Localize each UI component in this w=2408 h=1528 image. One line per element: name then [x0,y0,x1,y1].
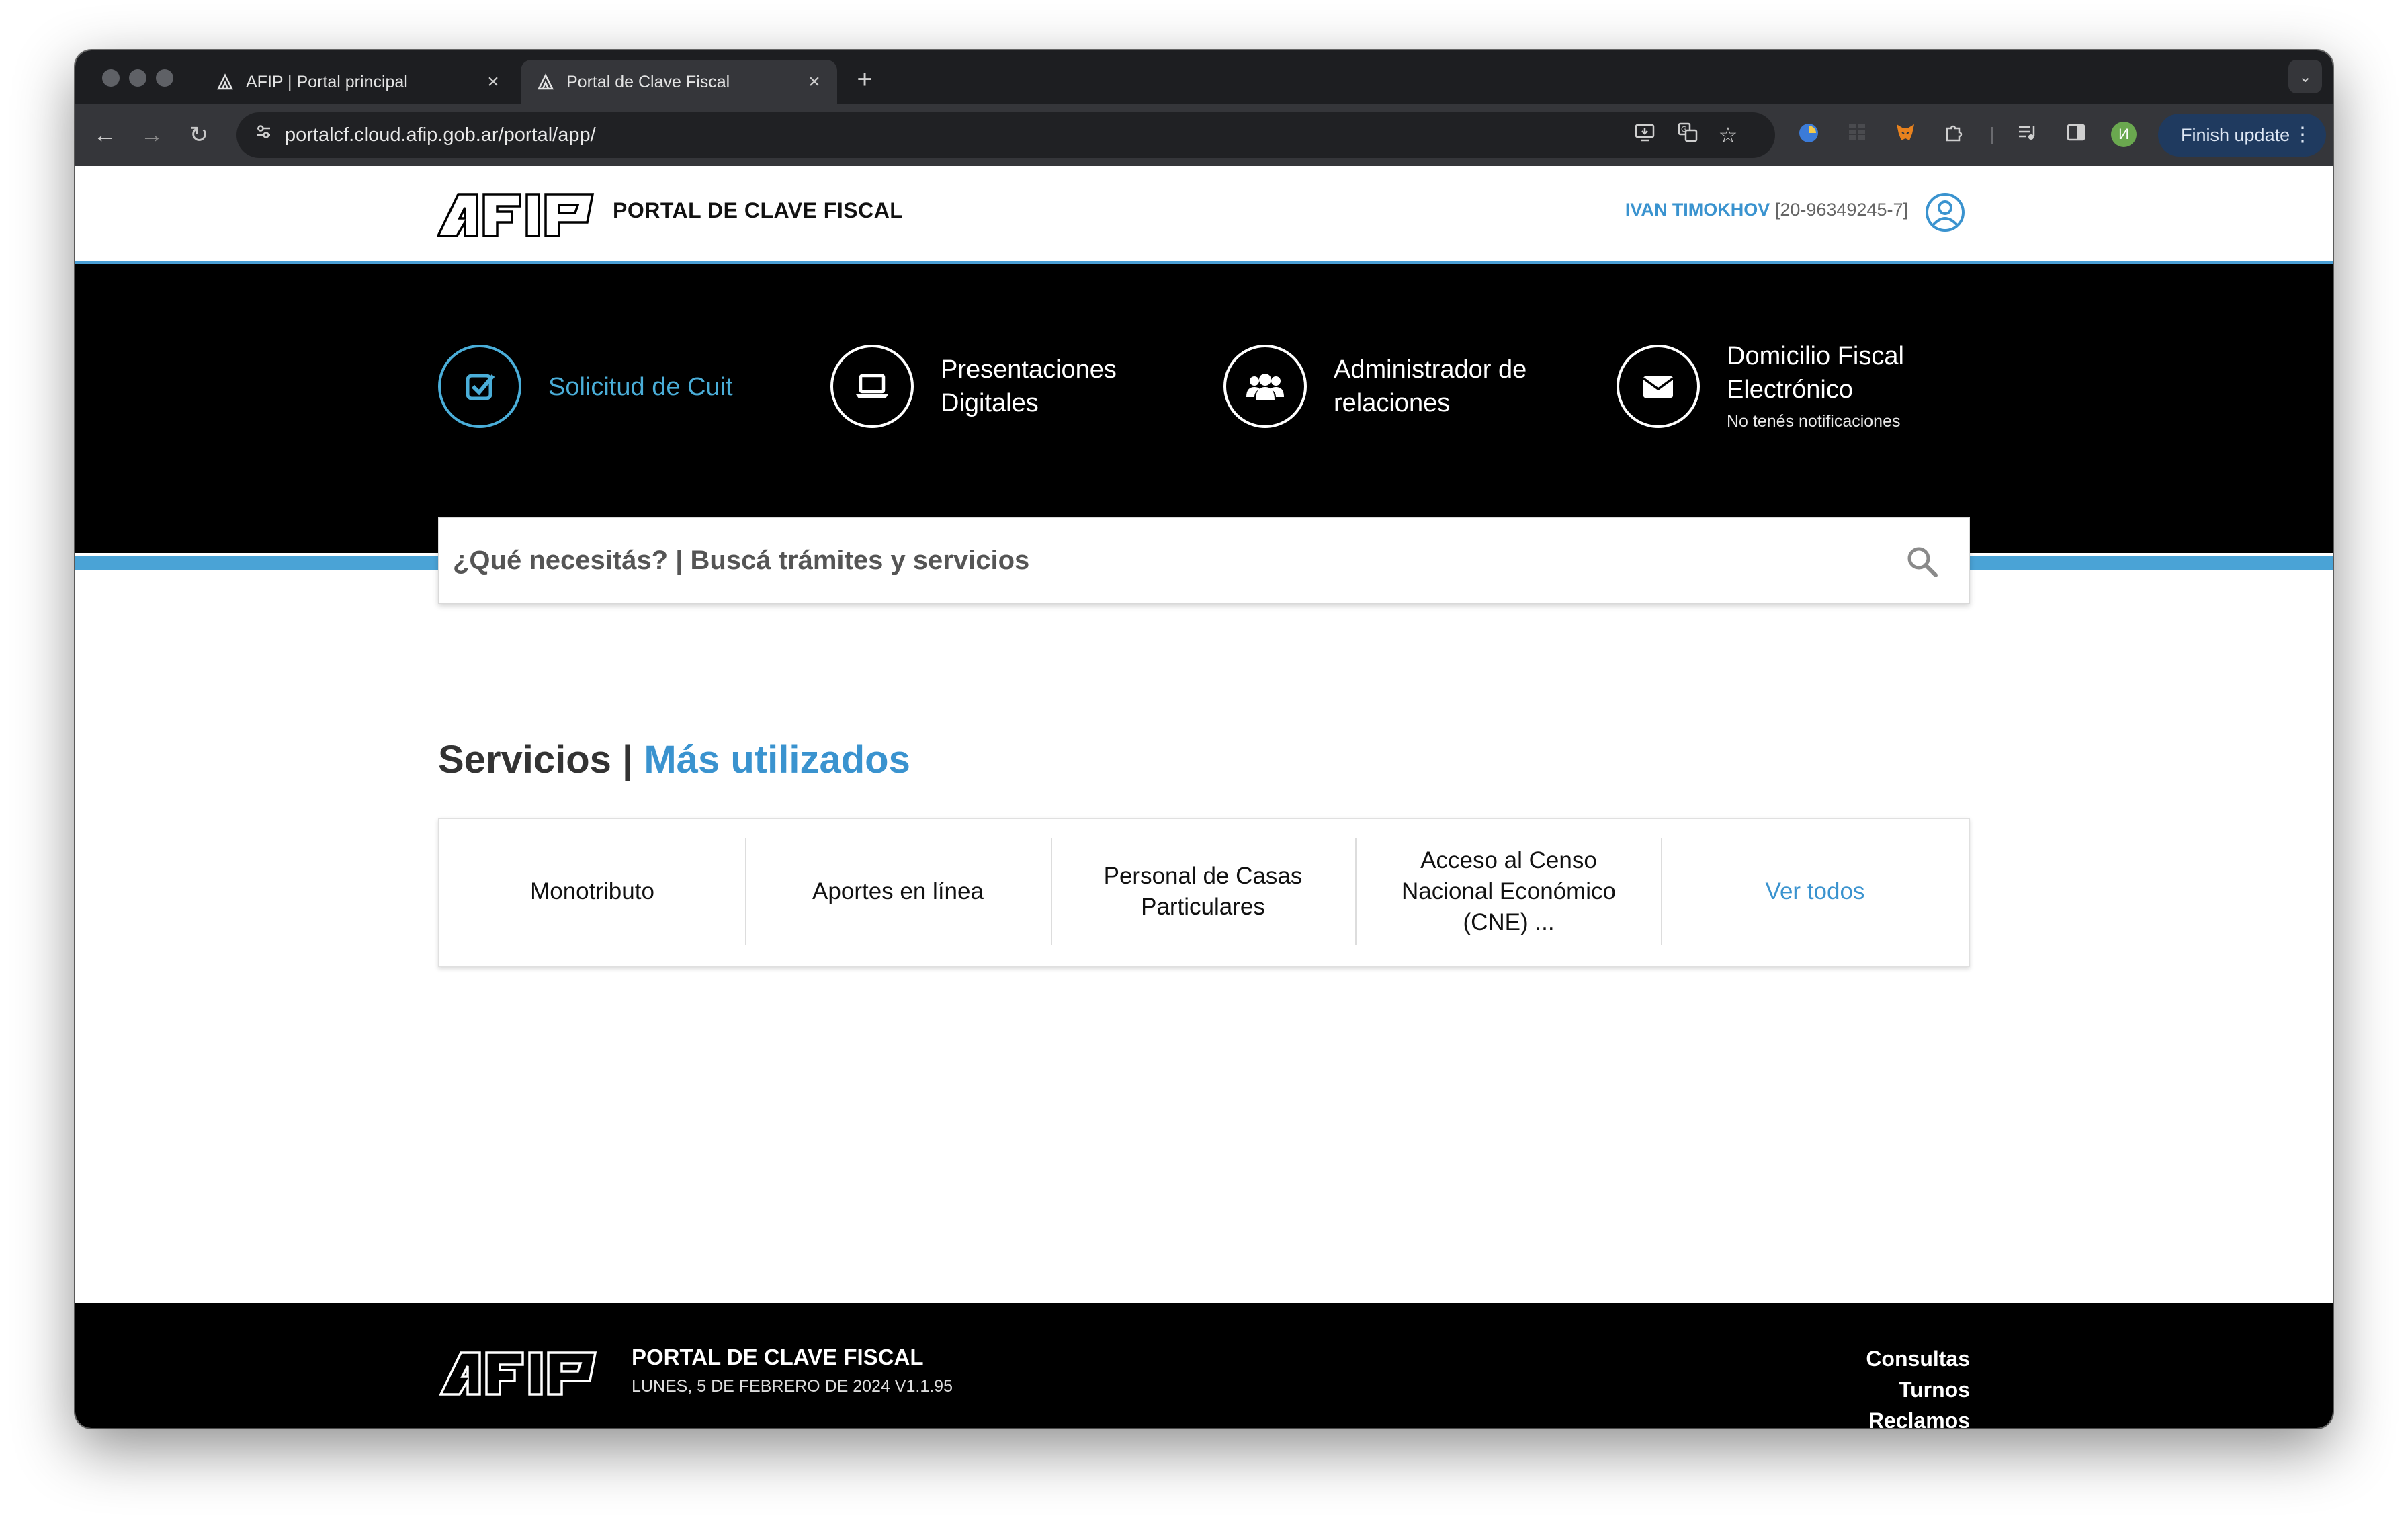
user-avatar-icon[interactable] [1925,192,1965,232]
afip-logo[interactable] [437,192,595,239]
search-input[interactable]: ¿Qué necesitás? | Buscá trámites y servi… [453,518,1029,603]
footer-title: PORTAL DE CLAVE FISCAL [632,1345,924,1369]
tab-search-chevron-icon[interactable]: ⌄ [2288,60,2322,93]
service-item-aportes[interactable]: Aportes en línea [745,838,1052,945]
users-icon [1223,345,1307,428]
side-panel-icon[interactable] [2063,122,2090,148]
services-heading: Servicios | Más utilizados [438,737,910,782]
page-content: PORTAL DE CLAVE FISCAL IVAN TIMOKHOV [20… [75,166,2333,1428]
shortcut-domicilio-fiscal[interactable]: Domicilio Fiscal Electrónico No tenés no… [1617,342,1973,439]
shortcut-label-line2: relaciones [1334,389,1451,417]
site-footer: PORTAL DE CLAVE FISCAL LUNES, 5 DE FEBRE… [75,1303,2333,1428]
shortcut-presentaciones-digitales[interactable]: Presentaciones Digitales [830,345,1166,439]
shortcut-label-line1: Presentaciones [941,355,1117,384]
afip-favicon-icon [535,72,556,92]
footer-link-turnos[interactable]: Turnos [1866,1374,1970,1405]
shortcut-label-line1: Administrador de [1334,355,1527,384]
service-item-casas-particulares[interactable]: Personal de Casas Particulares [1051,838,1357,945]
notification-status: No tenés notificaciones [1727,412,1901,431]
toolbar-divider [1991,127,1993,144]
shortcut-label-line2: Electrónico [1727,376,1853,404]
afip-favicon-icon [215,72,235,92]
search-box[interactable]: ¿Qué necesitás? | Buscá trámites y servi… [438,517,1970,604]
site-header: PORTAL DE CLAVE FISCAL IVAN TIMOKHOV [20… [75,166,2333,264]
services-heading-main: Servicios | [438,738,634,781]
tab-bar: AFIP | Portal principal × Portal de Clav… [75,50,2333,104]
shortcut-label: Solicitud de Cuit [548,373,733,401]
back-arrow-icon[interactable]: ← [89,119,121,151]
site-title: PORTAL DE CLAVE FISCAL [613,198,904,222]
browser-toolbar: ← → ↻ portalcf.cloud.afip.gob.ar/portal/… [75,104,2333,166]
footer-links: Consultas Turnos Reclamos [1866,1343,1970,1428]
laptop-icon [830,345,914,428]
see-all-link[interactable]: Ver todos [1662,838,1968,945]
user-cuit: [20-96349245-7] [1774,200,1908,220]
tab-title: AFIP | Portal principal [246,72,408,91]
shortcut-label-line1: Domicilio Fiscal [1727,342,1904,370]
extension-metamask-fox-icon[interactable] [1892,122,1919,148]
finish-update-label: Finish update [2181,125,2290,145]
finish-update-button[interactable]: Finish update ⋮ [2158,114,2326,157]
translate-icon[interactable]: G [1674,122,1701,148]
bookmark-star-icon[interactable]: ☆ [1715,122,1742,148]
new-tab-button[interactable]: + [848,62,882,96]
tab-afip-portal-principal[interactable]: AFIP | Portal principal × [200,60,516,104]
site-settings-icon[interactable] [250,122,277,148]
extension-grid-icon[interactable] [1844,122,1870,148]
footer-date: LUNES, 5 DE FEBRERO DE 2024 V1.1.95 [632,1377,953,1396]
services-heading-accent: Más utilizados [644,738,910,781]
minimize-window-button[interactable] [129,69,146,87]
forward-arrow-icon[interactable]: → [136,119,168,151]
afip-footer-logo[interactable] [438,1350,599,1397]
services-panel: Monotributo Aportes en línea Personal de… [438,818,1970,967]
shortcut-solicitud-cuit[interactable]: Solicitud de Cuit [438,345,747,439]
user-name: IVAN TIMOKHOV [1625,200,1770,220]
envelope-icon [1617,345,1700,428]
footer-link-reclamos[interactable]: Reclamos [1866,1405,1970,1428]
service-item-censo[interactable]: Acceso al Censo Nacional Económico (CNE)… [1357,838,1662,945]
tab-portal-clave-fiscal[interactable]: Portal de Clave Fiscal × [521,60,837,104]
address-bar[interactable]: portalcf.cloud.afip.gob.ar/portal/app/ G… [236,112,1775,158]
tab-close-icon[interactable]: × [801,71,828,93]
svg-text:G: G [1681,125,1687,134]
search-icon[interactable] [1905,545,1939,579]
tab-title: Portal de Clave Fiscal [566,72,730,91]
more-menu-icon[interactable]: ⋮ [2292,114,2313,157]
checkbox-icon [438,345,521,428]
zoom-window-button[interactable] [156,69,173,87]
url-text[interactable]: portalcf.cloud.afip.gob.ar/portal/app/ [285,112,596,158]
shortcut-label-line2: Digitales [941,389,1039,417]
service-item-monotributo[interactable]: Monotributo [439,838,746,945]
media-queue-icon[interactable] [2014,122,2041,148]
reload-icon[interactable]: ↻ [183,119,215,151]
profile-avatar[interactable]: И [2111,122,2137,147]
extensions-puzzle-icon[interactable] [1940,122,1967,148]
footer-link-consultas[interactable]: Consultas [1866,1343,1970,1374]
shortcut-administrador-relaciones[interactable]: Administrador de relaciones [1223,345,1573,439]
extension-compass-icon[interactable] [1795,122,1822,148]
user-info[interactable]: IVAN TIMOKHOV [20-96349245-7] [1625,200,1908,220]
hero-banner: Solicitud de Cuit Presentaciones Digital… [75,264,2333,553]
browser-window: AFIP | Portal principal × Portal de Clav… [75,50,2333,1428]
close-window-button[interactable] [102,69,120,87]
install-app-icon[interactable] [1631,122,1658,148]
tab-close-icon[interactable]: × [480,71,507,93]
